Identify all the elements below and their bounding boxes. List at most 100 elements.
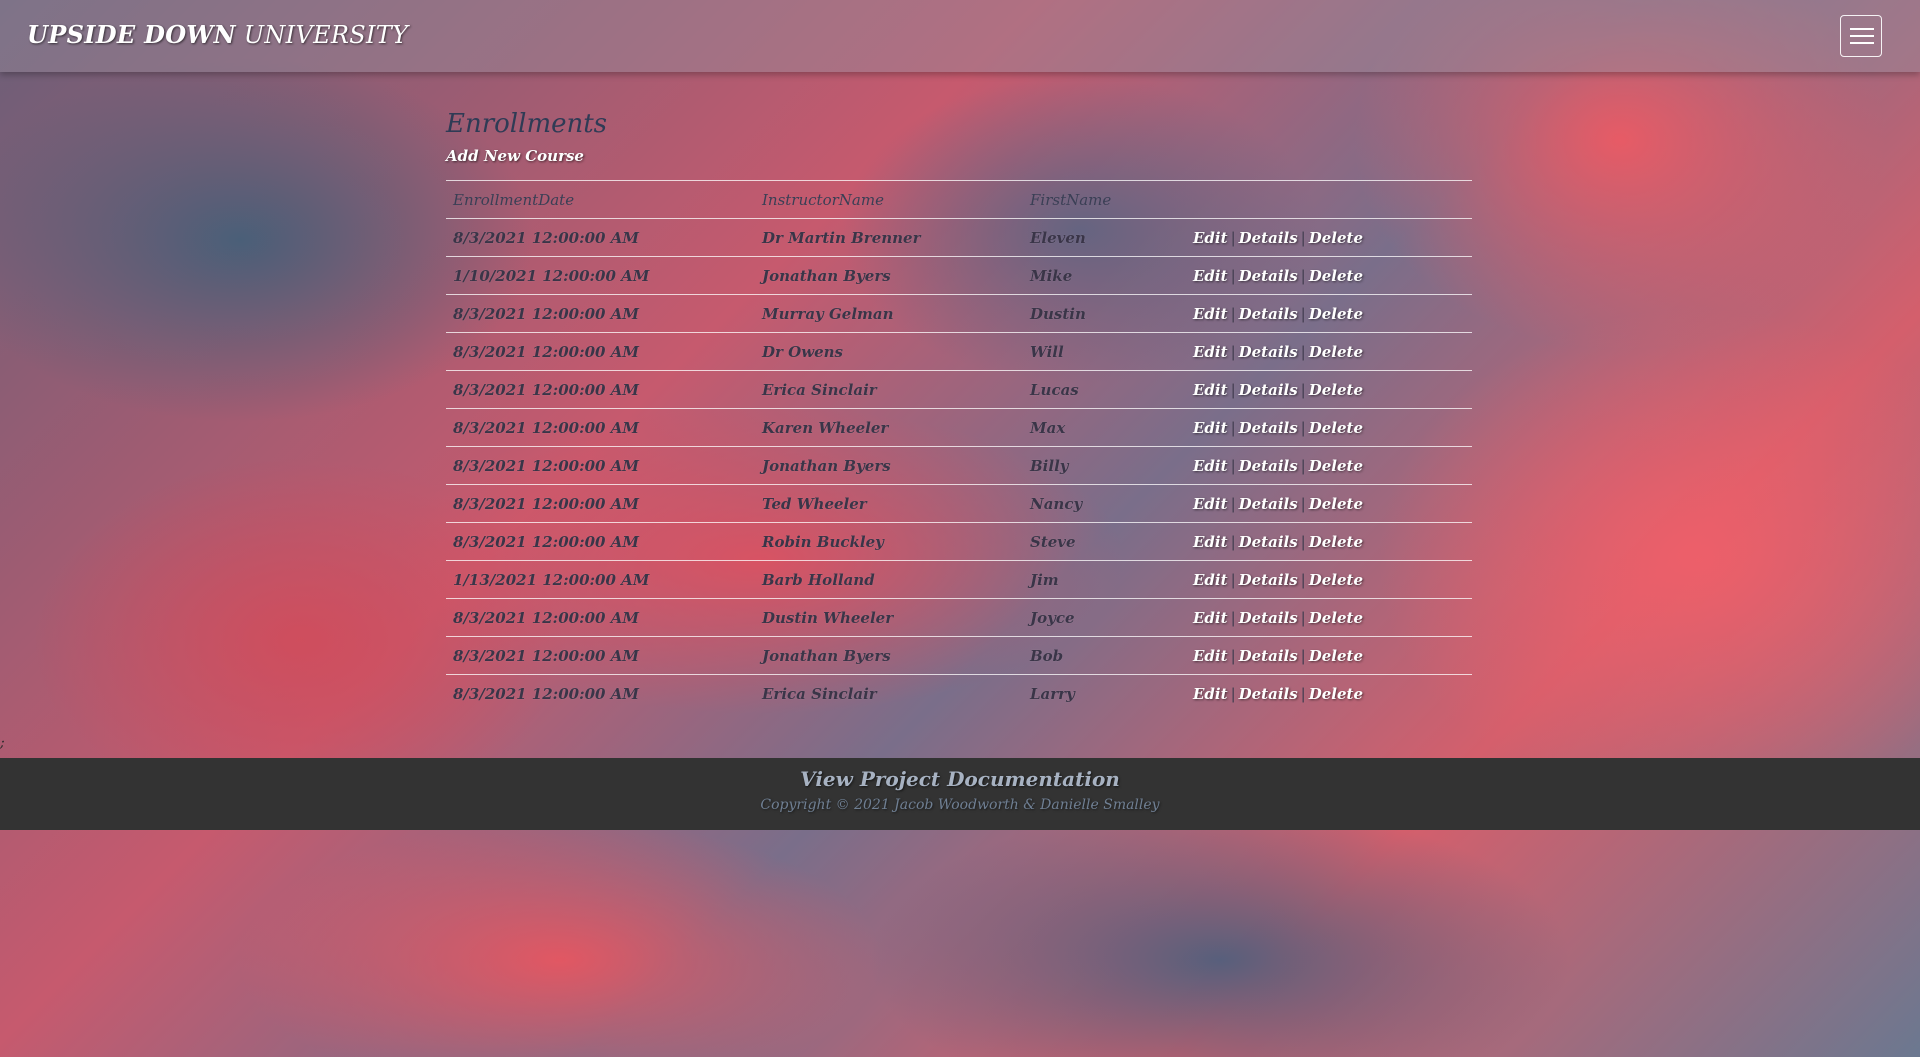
instructor-name-cell: Jonathan Byers	[755, 636, 1023, 675]
action-separator: |	[1230, 380, 1236, 399]
details-link[interactable]: Details	[1239, 229, 1298, 247]
details-link[interactable]: Details	[1239, 419, 1298, 437]
add-new-course-link[interactable]: Add New Course	[446, 146, 1472, 166]
edit-link[interactable]: Edit	[1193, 381, 1228, 399]
instructor-name-cell: Dr Martin Brenner	[755, 218, 1023, 257]
details-link[interactable]: Details	[1239, 495, 1298, 513]
instructor-name-cell: Barb Holland	[755, 560, 1023, 599]
first-name-cell: Larry	[1023, 674, 1186, 712]
instructor-name-cell: Murray Gelman	[755, 294, 1023, 333]
enrollment-date-cell: 8/3/2021 12:00:00 AM	[446, 636, 755, 675]
hamburger-menu-icon[interactable]	[1840, 15, 1882, 57]
delete-link[interactable]: Delete	[1309, 229, 1363, 247]
details-link[interactable]: Details	[1239, 457, 1298, 475]
top-navbar: UPSIDE DOWN UNIVERSITY	[0, 0, 1920, 72]
instructor-name-cell: Dr Owens	[755, 332, 1023, 371]
row-actions-cell: Edit | Details | Delete	[1186, 674, 1472, 712]
enrollment-date-cell: 8/3/2021 12:00:00 AM	[446, 294, 755, 333]
first-name-cell: Mike	[1023, 256, 1186, 295]
details-link[interactable]: Details	[1239, 343, 1298, 361]
column-header-first-name: FirstName	[1023, 180, 1186, 219]
edit-link[interactable]: Edit	[1193, 267, 1228, 285]
table-header-row: EnrollmentDate InstructorName FirstName	[446, 180, 1472, 219]
instructor-name-cell: Jonathan Byers	[755, 256, 1023, 295]
enrollment-date-cell: 8/3/2021 12:00:00 AM	[446, 598, 755, 637]
brand-name-bold: UPSIDE DOWN	[27, 20, 236, 49]
details-link[interactable]: Details	[1239, 305, 1298, 323]
details-link[interactable]: Details	[1239, 647, 1298, 665]
action-separator: |	[1230, 456, 1236, 475]
action-separator: |	[1300, 456, 1306, 475]
brand-logo-link[interactable]: UPSIDE DOWN UNIVERSITY	[27, 20, 408, 49]
edit-link[interactable]: Edit	[1193, 533, 1228, 551]
table-row: 8/3/2021 12:00:00 AM Dr Owens Will Edit | Det…	[446, 332, 1472, 371]
action-separator: |	[1230, 418, 1236, 437]
delete-link[interactable]: Delete	[1309, 267, 1363, 285]
details-link[interactable]: Details	[1239, 533, 1298, 551]
first-name-cell: Max	[1023, 408, 1186, 447]
action-separator: |	[1300, 304, 1306, 323]
action-separator: |	[1230, 342, 1236, 361]
delete-link[interactable]: Delete	[1309, 305, 1363, 323]
edit-link[interactable]: Edit	[1193, 647, 1228, 665]
delete-link[interactable]: Delete	[1309, 381, 1363, 399]
edit-link[interactable]: Edit	[1193, 343, 1228, 361]
page-title: Enrollments	[446, 109, 608, 139]
first-name-cell: Dustin	[1023, 294, 1186, 333]
action-separator: |	[1230, 684, 1236, 703]
first-name-cell: Jim	[1023, 560, 1186, 599]
action-separator: |	[1230, 570, 1236, 589]
main-content: Enrollments Add New Course EnrollmentDat…	[446, 104, 1472, 712]
first-name-cell: Nancy	[1023, 484, 1186, 523]
row-actions-cell: Edit | Details | Delete	[1186, 218, 1472, 257]
enrollment-date-cell: 8/3/2021 12:00:00 AM	[446, 218, 755, 257]
edit-link[interactable]: Edit	[1193, 685, 1228, 703]
delete-link[interactable]: Delete	[1309, 495, 1363, 513]
enrollment-date-cell: 8/3/2021 12:00:00 AM	[446, 446, 755, 485]
edit-link[interactable]: Edit	[1193, 305, 1228, 323]
first-name-cell: Bob	[1023, 636, 1186, 675]
details-link[interactable]: Details	[1239, 609, 1298, 627]
action-separator: |	[1300, 228, 1306, 247]
action-separator: |	[1230, 608, 1236, 627]
delete-link[interactable]: Delete	[1309, 419, 1363, 437]
delete-link[interactable]: Delete	[1309, 571, 1363, 589]
enrollment-date-cell: 8/3/2021 12:00:00 AM	[446, 408, 755, 447]
row-actions-cell: Edit | Details | Delete	[1186, 256, 1472, 295]
delete-link[interactable]: Delete	[1309, 609, 1363, 627]
instructor-name-cell: Erica Sinclair	[755, 674, 1023, 712]
delete-link[interactable]: Delete	[1309, 685, 1363, 703]
first-name-cell: Billy	[1023, 446, 1186, 485]
delete-link[interactable]: Delete	[1309, 647, 1363, 665]
action-separator: |	[1300, 608, 1306, 627]
column-header-enrollment-date: EnrollmentDate	[446, 180, 755, 219]
copyright-text: Copyright © 2021 Jacob Woodworth & Danie…	[760, 797, 1160, 813]
table-row: 8/3/2021 12:00:00 AM Ted Wheeler Nancy Edit…	[446, 484, 1472, 523]
action-separator: |	[1300, 266, 1306, 285]
delete-link[interactable]: Delete	[1309, 457, 1363, 475]
enrollment-date-cell: 8/3/2021 12:00:00 AM	[446, 332, 755, 371]
details-link[interactable]: Details	[1239, 571, 1298, 589]
details-link[interactable]: Details	[1239, 381, 1298, 399]
edit-link[interactable]: Edit	[1193, 419, 1228, 437]
first-name-cell: Lucas	[1023, 370, 1186, 409]
table-row: 8/3/2021 12:00:00 AM Karen Wheeler Max Edit…	[446, 408, 1472, 447]
first-name-cell: Eleven	[1023, 218, 1186, 257]
edit-link[interactable]: Edit	[1193, 571, 1228, 589]
edit-link[interactable]: Edit	[1193, 495, 1228, 513]
edit-link[interactable]: Edit	[1193, 609, 1228, 627]
details-link[interactable]: Details	[1239, 685, 1298, 703]
delete-link[interactable]: Delete	[1309, 343, 1363, 361]
view-project-documentation-link[interactable]: View Project Documentation	[800, 767, 1120, 791]
table-row: 8/3/2021 12:00:00 AM Robin Buckley Steve Ed…	[446, 522, 1472, 561]
details-link[interactable]: Details	[1239, 267, 1298, 285]
delete-link[interactable]: Delete	[1309, 533, 1363, 551]
action-separator: |	[1230, 266, 1236, 285]
enrollment-date-cell: 8/3/2021 12:00:00 AM	[446, 370, 755, 409]
enrollment-date-cell: 1/10/2021 12:00:00 AM	[446, 256, 755, 295]
table-row: 8/3/2021 12:00:00 AM Dustin Wheeler Joyce E…	[446, 598, 1472, 637]
instructor-name-cell: Jonathan Byers	[755, 446, 1023, 485]
edit-link[interactable]: Edit	[1193, 229, 1228, 247]
action-separator: |	[1300, 380, 1306, 399]
edit-link[interactable]: Edit	[1193, 457, 1228, 475]
